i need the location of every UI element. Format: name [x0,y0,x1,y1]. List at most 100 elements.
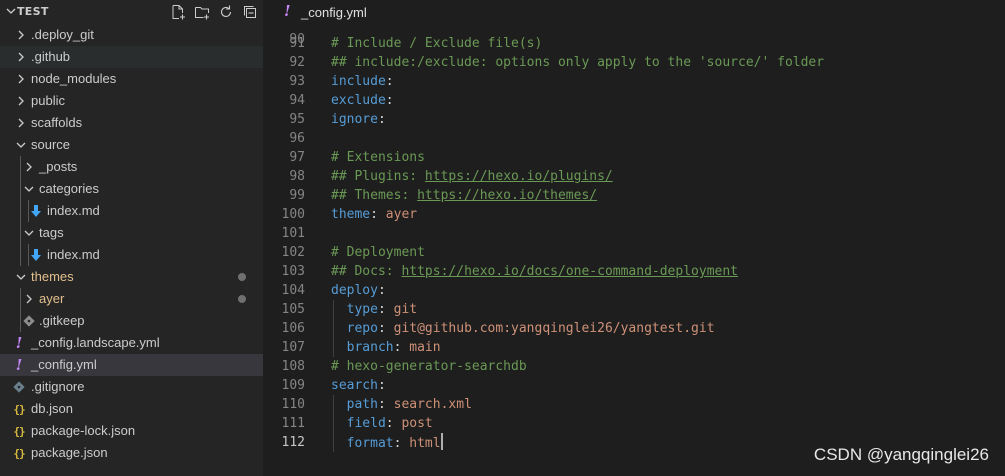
tree-item-label: ayer [39,291,65,306]
tree-item-label: _config.yml [31,357,97,372]
yaml-icon: ! [15,356,23,374]
indent-guide [333,319,334,338]
new-file-icon[interactable] [169,3,187,21]
token-val: main [409,340,441,355]
tree-item-label: public [31,93,65,108]
token-cmt: # Deployment [331,245,425,260]
tree-item-label: _posts [39,159,78,174]
modified-indicator [238,273,246,281]
token-cmt: # Include / Exclude file(s) [331,36,543,51]
line-number: 112 [281,435,305,450]
token-key: type [346,302,378,317]
editor-pane: ! _config.yml 90 91 # Include / Exclude f… [263,0,1005,476]
code-line: 96 [263,129,1005,148]
line-content: ## Themes: https://hexo.io/themes/ [331,186,597,205]
tree-item-config-landscape-yml[interactable]: ! _config.landscape.yml [0,332,263,354]
line-number: 93 [289,74,305,89]
chevron-down-icon [16,142,26,148]
line-content: include: [331,72,394,91]
tree-item-posts[interactable]: _posts [0,156,263,178]
token-url[interactable]: https://hexo.io/plugins/ [425,169,613,184]
token-cmt: ## Themes: [331,188,418,203]
token-pun: : [385,74,394,89]
token-pun: : [377,283,386,298]
tree-item-deploy-git[interactable]: .deploy_git [0,24,263,46]
tree-item-label: package.json [31,445,108,460]
tree-item-categories-index-md[interactable]: index.md [0,200,263,222]
tree-item-public[interactable]: public [0,90,263,112]
code-line: 101 [263,224,1005,243]
indent-guide [20,200,21,222]
token-pun: : [393,340,410,355]
tree-item-db-json[interactable]: {} db.json [0,398,263,420]
token-pun: : [393,436,410,451]
line-number: 94 [289,93,305,108]
tree-item-label: categories [39,181,99,196]
code-line: 98 ## Plugins: https://hexo.io/plugins/ [263,167,1005,186]
explorer-actions [169,3,259,21]
chevron-down-icon [16,274,26,280]
token-url[interactable]: https://hexo.io/docs/one-command-deploym… [401,264,738,279]
tree-item-node-modules[interactable]: node_modules [0,68,263,90]
tree-item-scaffolds[interactable]: scaffolds [0,112,263,134]
line-number: 95 [289,112,305,127]
tree-item-label: node_modules [31,71,117,86]
line-number: 106 [281,321,305,336]
tree-item-label: .gitkeep [39,313,85,328]
token-pun: : [385,93,394,108]
tree-item-themes[interactable]: themes [0,266,263,288]
tree-item-label: index.md [47,247,100,262]
code-line: 107 branch: main [263,338,1005,357]
explorer-header[interactable]: TEST [0,0,263,24]
token-pun: : [377,321,394,336]
tree-item-config-yml[interactable]: ! _config.yml [0,354,263,376]
line-content: deploy: [331,281,386,300]
token-key: format [346,436,394,451]
token-key: search [331,378,378,393]
git-icon [21,313,37,329]
tree-item-source[interactable]: source [0,134,263,156]
line-number: 97 [289,150,305,165]
tab-config-yml[interactable]: ! _config.yml [263,0,413,24]
tree-item-gitkeep[interactable]: .gitkeep [0,310,263,332]
chevron-right-icon [18,74,24,84]
code-line: 95 ignore: [263,110,1005,129]
tree-item-tags[interactable]: tags [0,222,263,244]
chevron-down-icon [24,230,34,236]
token-key: repo [346,321,378,336]
line-number: 103 [281,264,305,279]
line-number: 110 [281,397,305,412]
tab-label: _config.yml [301,5,367,20]
tree-item-ayer[interactable]: ayer [0,288,263,310]
json-icon: {} [13,446,25,460]
chevron-right-icon [18,118,24,128]
tab-bar: ! _config.yml [263,0,1005,24]
tree-item-label: .github [31,49,71,64]
tree-item-gitignore[interactable]: .gitignore [0,376,263,398]
line-content: type: git [331,300,417,319]
token-cmt: ## Plugins: [331,169,425,184]
tree-item-package-lock-json[interactable]: {} package-lock.json [0,420,263,442]
modified-indicator [238,295,246,303]
line-number: 100 [281,207,305,222]
code-editor[interactable]: 90 91 # Include / Exclude file(s) 92 ## inc… [263,24,1005,476]
refresh-icon[interactable] [217,3,235,21]
line-number: 107 [281,340,305,355]
tree-item-tags-index-md[interactable]: index.md [0,244,263,266]
token-url[interactable]: https://hexo.io/themes/ [417,188,597,203]
collapse-all-icon[interactable] [241,3,259,21]
indent-guide [333,338,334,357]
token-pun: : [377,112,386,127]
tree-item-package-json[interactable]: {} package.json [0,442,263,464]
indent-guide [20,244,21,266]
yaml-icon: ! [15,334,23,352]
tree-item-categories[interactable]: categories [0,178,263,200]
new-folder-icon[interactable] [193,3,211,21]
code-line: 100 theme: ayer [263,205,1005,224]
line-number: 105 [281,302,305,317]
token-pun: : [377,397,394,412]
tree-item-github[interactable]: .github [0,46,263,68]
line-number: 101 [281,226,305,241]
chevron-right-icon [18,30,24,40]
explorer-sidebar: TEST .deploy_git .github node_modules pu… [0,0,263,476]
